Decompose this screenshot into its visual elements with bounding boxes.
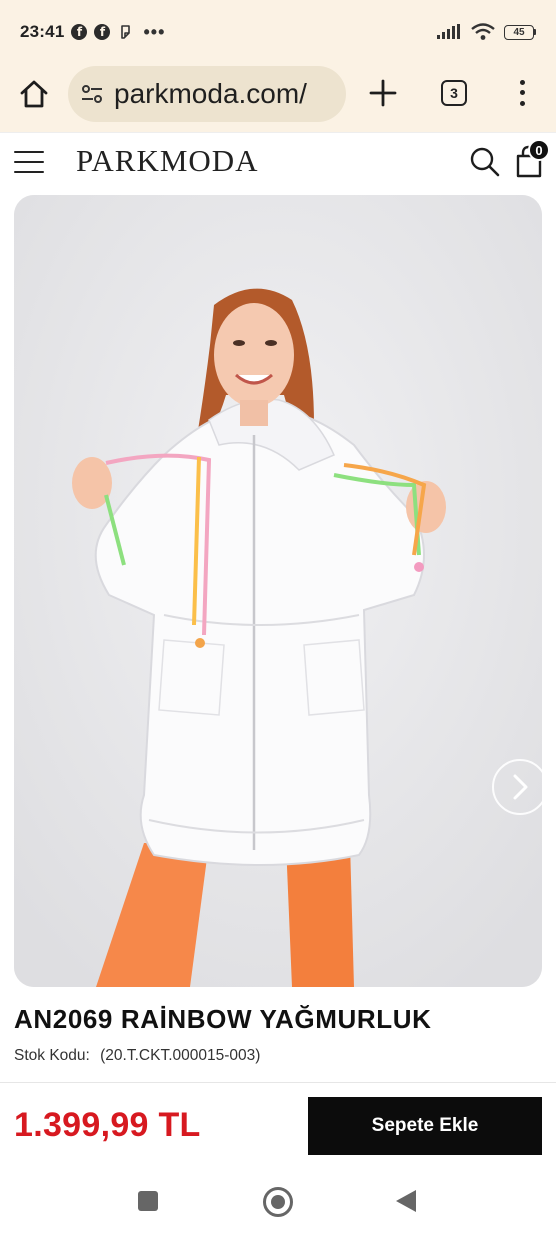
wifi-icon bbox=[471, 23, 495, 40]
product-title: AN2069 RAİNBOW YAĞMURLUK bbox=[14, 1004, 432, 1034]
notification-icons: f f bbox=[71, 24, 133, 40]
product-image[interactable] bbox=[14, 195, 542, 987]
system-status: 45 bbox=[436, 23, 536, 41]
status-bar: 23:41 f f ••• 45 bbox=[0, 0, 556, 64]
stock-code-row: Stok Kodu: (20.T.CKT.000015-003) bbox=[14, 1047, 260, 1065]
battery-level: 45 bbox=[504, 24, 534, 40]
gallery-next-button[interactable] bbox=[492, 759, 542, 815]
cart-count-badge[interactable]: 0 bbox=[528, 139, 550, 161]
browser-toolbar: parkmoda.com/ 3 bbox=[0, 64, 556, 132]
product-price: 1.399,99 TL bbox=[14, 1106, 201, 1144]
facebook-icon: f bbox=[71, 24, 88, 40]
stock-code-label: Stok Kodu: bbox=[14, 1047, 90, 1064]
site-logo[interactable]: PARKMODA bbox=[76, 143, 259, 179]
system-nav-bar bbox=[0, 1167, 556, 1235]
chevron-right-icon bbox=[513, 774, 528, 800]
more-notifications-icon: ••• bbox=[143, 21, 166, 42]
home-icon[interactable] bbox=[18, 78, 50, 110]
menu-icon[interactable] bbox=[509, 77, 535, 109]
sticker-icon bbox=[121, 25, 131, 39]
search-icon[interactable] bbox=[469, 146, 501, 178]
hamburger-icon[interactable] bbox=[14, 151, 44, 173]
divider bbox=[0, 1082, 556, 1083]
product-photo bbox=[14, 195, 542, 987]
facebook-icon: f bbox=[94, 24, 111, 40]
recents-icon[interactable] bbox=[138, 1191, 158, 1211]
tabs-icon[interactable]: 3 bbox=[441, 80, 467, 106]
signal-icon bbox=[437, 24, 460, 39]
home-circle-icon[interactable] bbox=[263, 1187, 293, 1217]
stock-code-value: (20.T.CKT.000015-003) bbox=[100, 1047, 261, 1064]
new-tab-icon[interactable] bbox=[368, 78, 398, 108]
add-to-cart-button[interactable]: Sepete Ekle bbox=[308, 1097, 542, 1155]
url-text[interactable]: parkmoda.com/ bbox=[114, 78, 307, 110]
status-time: 23:41 bbox=[20, 22, 65, 41]
battery-icon: 45 bbox=[504, 24, 536, 40]
site-settings-icon[interactable] bbox=[80, 82, 104, 106]
address-bar[interactable]: parkmoda.com/ bbox=[68, 66, 346, 122]
back-icon[interactable] bbox=[396, 1190, 416, 1212]
site-header: PARKMODA 0 bbox=[0, 132, 556, 190]
